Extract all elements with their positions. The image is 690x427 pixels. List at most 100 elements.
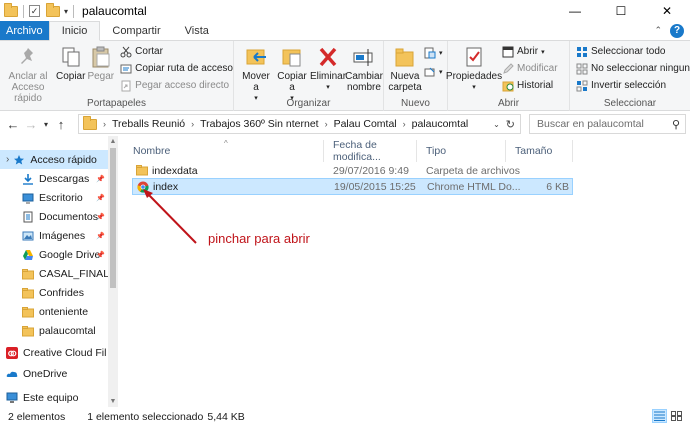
- file-row[interactable]: indexdata 29/07/2016 9:49 Carpeta de archi…: [132, 162, 573, 179]
- easy-access-icon: [424, 66, 436, 78]
- new-item-icon: [424, 47, 436, 59]
- breadcrumb-separator-icon[interactable]: ›: [403, 119, 406, 129]
- folder-icon: [83, 115, 97, 130]
- column-header-name[interactable]: ^ Nombre: [124, 139, 324, 162]
- pictures-icon: [22, 230, 34, 242]
- copy-icon: [62, 47, 80, 67]
- breadcrumb-item[interactable]: Palau Comtal: [334, 118, 397, 130]
- forward-arrow-icon[interactable]: →: [22, 117, 40, 132]
- scroll-up-arrow-icon[interactable]: ▲: [108, 138, 118, 145]
- search-icon: ⚲: [671, 119, 680, 131]
- sidebar-item[interactable]: CASAL_FINAL_a_: [0, 264, 108, 283]
- breadcrumb-item[interactable]: Treballs Reunió: [112, 118, 185, 130]
- delete-icon: [319, 47, 337, 67]
- clipboard-icon: [92, 46, 110, 68]
- tab-inicio[interactable]: Inicio: [48, 21, 101, 41]
- breadcrumb-separator-icon[interactable]: ›: [191, 119, 194, 129]
- window-title: palaucomtal: [82, 4, 147, 18]
- breadcrumb-item[interactable]: Trabajos 360º Sin nternet: [200, 118, 318, 130]
- copy-path-button[interactable]: Copiar ruta de acceso: [120, 61, 233, 76]
- annotation-text: pinchar para abrir: [208, 231, 310, 246]
- sidebar-item[interactable]: palaucomtal: [0, 321, 108, 340]
- sidebar-item[interactable]: › Acceso rápido: [0, 150, 108, 169]
- navigation-pane: › Acceso rápido Descargas 📌 Escritorio 📌 Docum…: [0, 136, 118, 407]
- group-label-portapapeles: Portapapeles: [87, 98, 146, 109]
- file-type: Chrome HTML Do...: [427, 180, 521, 193]
- tab-compartir[interactable]: Compartir: [100, 21, 172, 40]
- column-header-date[interactable]: Fecha de modifica...: [324, 139, 417, 163]
- new-folder-quick-icon[interactable]: [46, 2, 60, 17]
- sidebar-item[interactable]: Confrides: [0, 283, 108, 302]
- paste-shortcut-button[interactable]: Pegar acceso directo: [120, 78, 233, 93]
- navigation-pane-scrollbar[interactable]: ▲ ▼: [108, 136, 118, 407]
- sidebar-item-label: OneDrive: [23, 367, 68, 380]
- paste-shortcut-icon: [120, 80, 132, 92]
- search-input[interactable]: Buscar en palaucomtal ⚲: [529, 114, 686, 134]
- quick-access-toolbar: ✓ ▾: [0, 2, 76, 18]
- select-none-button[interactable]: No seleccionar ninguno: [576, 61, 690, 76]
- sidebar-item[interactable]: Imágenes 📌: [0, 226, 108, 245]
- sidebar-item[interactable]: Documentos 📌: [0, 207, 108, 226]
- folder-icon: [136, 164, 148, 176]
- easy-access-button[interactable]: ▾: [424, 64, 443, 79]
- scroll-down-arrow-icon[interactable]: ▼: [108, 398, 118, 405]
- tab-archivo[interactable]: Archivo: [0, 21, 49, 40]
- expand-chevron-icon[interactable]: ›: [6, 154, 9, 165]
- sort-caret-icon: ^: [224, 139, 228, 148]
- tab-vista[interactable]: Vista: [173, 21, 221, 40]
- column-header-size[interactable]: Tamaño: [506, 140, 573, 162]
- sidebar-item[interactable]: Creative Cloud Fil: [0, 343, 108, 362]
- file-name: indexdata: [152, 164, 198, 177]
- close-button[interactable]: ✕: [644, 0, 690, 22]
- pin-icon: 📌: [96, 251, 105, 259]
- address-history-chevron-icon[interactable]: ⌄: [493, 120, 500, 129]
- title-bar: ✓ ▾ palaucomtal — ☐ ✕: [0, 0, 690, 22]
- address-bar[interactable]: › Treballs Reunió › Trabajos 360º Sin nt…: [78, 114, 521, 134]
- breadcrumb-separator-icon[interactable]: ›: [103, 119, 106, 129]
- minimize-button[interactable]: —: [552, 0, 598, 22]
- modify-button[interactable]: Modificar: [502, 61, 558, 76]
- sidebar-item[interactable]: OneDrive: [0, 364, 108, 383]
- open-button[interactable]: Abrir ▾: [502, 44, 558, 59]
- folder-icon: [22, 268, 34, 280]
- sidebar-item[interactable]: Google Drive 📌: [0, 245, 108, 264]
- sidebar-item-label: Descargas: [39, 172, 90, 185]
- refresh-icon[interactable]: ↻: [506, 118, 515, 131]
- cut-button[interactable]: Cortar: [120, 44, 233, 59]
- maximize-button[interactable]: ☐: [598, 0, 644, 22]
- properties-quick-icon[interactable]: ✓: [29, 5, 40, 17]
- file-row[interactable]: index 19/05/2015 15:25 Chrome HTML Do... 6 …: [132, 178, 573, 195]
- recent-locations-chevron-icon[interactable]: ▾: [40, 120, 52, 129]
- group-seleccionar: Seleccionar todo No seleccionar ninguno …: [570, 41, 690, 111]
- documents-icon: [22, 211, 34, 223]
- dropdown-chevron-icon: ▾: [541, 48, 545, 56]
- column-header-type[interactable]: Tipo: [417, 140, 506, 162]
- breadcrumb-item[interactable]: palaucomtal: [412, 118, 469, 130]
- sidebar-item[interactable]: Escritorio 📌: [0, 188, 108, 207]
- sidebar-item-label: Confrides: [39, 286, 84, 299]
- select-none-icon: [576, 63, 588, 75]
- details-view-icon: [654, 411, 665, 421]
- customize-toolbar-chevron-icon[interactable]: ▾: [64, 7, 68, 16]
- ribbon-collapse-chevron-icon[interactable]: ⌃: [654, 25, 662, 36]
- new-item-button[interactable]: ▾: [424, 45, 443, 60]
- help-icon[interactable]: ?: [670, 23, 684, 38]
- details-view-button[interactable]: [652, 409, 667, 423]
- select-all-button[interactable]: Seleccionar todo: [576, 44, 690, 59]
- sidebar-item-label: Creative Cloud Fil: [23, 346, 107, 359]
- sidebar-item[interactable]: onteniente: [0, 302, 108, 321]
- file-size: 6 KB: [546, 180, 569, 193]
- status-selection: 1 elemento seleccionado: [87, 411, 204, 423]
- rename-icon: [353, 49, 373, 66]
- invert-selection-button[interactable]: Invertir selección: [576, 78, 690, 93]
- sidebar-item-label: palaucomtal: [39, 324, 96, 337]
- computer-icon: [6, 392, 18, 404]
- back-arrow-icon[interactable]: ←: [4, 117, 22, 132]
- sidebar-item[interactable]: Descargas 📌: [0, 169, 108, 188]
- history-button[interactable]: Historial: [502, 78, 558, 93]
- large-icons-view-button[interactable]: [669, 409, 684, 423]
- sidebar-item[interactable]: Este equipo: [0, 388, 108, 407]
- scrollbar-thumb[interactable]: [110, 148, 116, 288]
- up-arrow-icon[interactable]: ↑: [52, 117, 70, 132]
- breadcrumb-separator-icon[interactable]: ›: [325, 119, 328, 129]
